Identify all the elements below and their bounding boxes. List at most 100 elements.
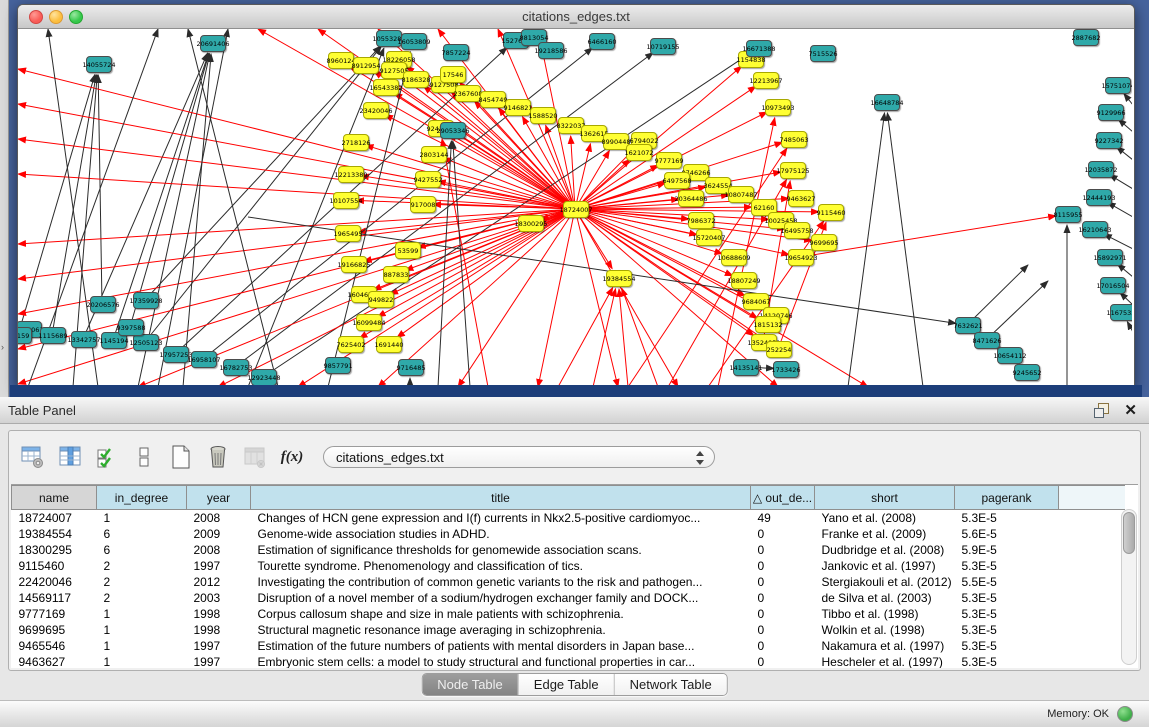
graph-node[interactable]: 8960124 bbox=[328, 52, 354, 69]
graph-node[interactable]: 1691440 bbox=[376, 336, 402, 353]
graph-node[interactable]: 6497568 bbox=[664, 172, 690, 189]
float-panel-icon[interactable] bbox=[1094, 403, 1109, 418]
table-row[interactable]: 969969511998Structural magnetic resonanc… bbox=[12, 622, 1125, 638]
graph-node[interactable]: 10807487 bbox=[728, 186, 754, 203]
graph-node[interactable]: 9716485 bbox=[398, 359, 424, 376]
graph-node[interactable]: 16648784 bbox=[874, 94, 900, 111]
graph-node[interactable]: 6466160 bbox=[589, 33, 615, 50]
table-cell[interactable]: 5.3E-5 bbox=[955, 638, 1059, 654]
graph-node[interactable]: 20206576 bbox=[90, 296, 116, 313]
graph-node[interactable]: 19654923 bbox=[788, 249, 814, 266]
graph-node[interactable]: 2718126 bbox=[343, 134, 369, 151]
graph-node[interactable]: 1815132 bbox=[755, 316, 781, 333]
graph-node[interactable]: 12444193 bbox=[1086, 189, 1112, 206]
graph-node[interactable]: 2803144 bbox=[421, 146, 447, 163]
table-row[interactable]: 946362711997Embryonic stem cells: a mode… bbox=[12, 654, 1125, 668]
graph-node[interactable]: 10107554 bbox=[333, 192, 359, 209]
table-cell[interactable]: 5.9E-5 bbox=[955, 542, 1059, 558]
graph-node[interactable]: 23420046 bbox=[363, 102, 389, 119]
table-cell[interactable]: 1997 bbox=[187, 638, 251, 654]
column-header-filler[interactable] bbox=[1059, 486, 1125, 510]
table-cell[interactable]: Dudbridge et al. (2008) bbox=[815, 542, 955, 558]
column-header-year[interactable]: year bbox=[187, 486, 251, 510]
graph-node[interactable]: 13342757 bbox=[71, 331, 97, 348]
table-row[interactable]: 911546021997Tourette syndrome. Phenomeno… bbox=[12, 558, 1125, 574]
graph-node[interactable]: 17359928 bbox=[133, 292, 159, 309]
table-cell[interactable]: Investigating the contribution of common… bbox=[251, 574, 751, 590]
table-cell[interactable]: 1 bbox=[97, 622, 187, 638]
table-cell[interactable]: 0 bbox=[751, 542, 815, 558]
table-cell[interactable]: 0 bbox=[751, 590, 815, 606]
graph-node[interactable]: 2367608 bbox=[455, 85, 481, 102]
graph-node[interactable]: 18807249 bbox=[731, 272, 757, 289]
graph-node[interactable]: 949822 bbox=[368, 291, 394, 308]
table-cell[interactable]: Yano et al. (2008) bbox=[815, 510, 955, 527]
table-row[interactable]: 946554611997Estimation of the future num… bbox=[12, 638, 1125, 654]
graph-node[interactable]: 39159 bbox=[18, 327, 32, 344]
graph-node[interactable]: 9146821 bbox=[505, 99, 531, 116]
graph-node[interactable]: 10688609 bbox=[721, 249, 747, 266]
table-row[interactable]: 1872400712008Changes of HCN gene express… bbox=[12, 510, 1125, 527]
graph-node[interactable]: 18724007 bbox=[563, 201, 589, 218]
table-cell[interactable]: 0 bbox=[751, 526, 815, 542]
graph-node[interactable]: 9699695 bbox=[811, 234, 837, 251]
graph-node[interactable]: 9115460 bbox=[818, 204, 844, 221]
table-cell[interactable]: 6 bbox=[97, 526, 187, 542]
table-cell[interactable]: 2008 bbox=[187, 510, 251, 527]
graph-node[interactable]: 29053346 bbox=[440, 122, 466, 139]
graph-node[interactable]: 14055724 bbox=[86, 56, 112, 73]
graph-node[interactable]: 16053809 bbox=[401, 33, 427, 50]
table-cell[interactable]: Franke et al. (2009) bbox=[815, 526, 955, 542]
column-header-title[interactable]: title bbox=[251, 486, 751, 510]
table-cell[interactable]: 1 bbox=[97, 606, 187, 622]
table-cell[interactable]: Genome-wide association studies in ADHD. bbox=[251, 526, 751, 542]
table-cell[interactable]: 5.6E-5 bbox=[955, 526, 1059, 542]
graph-node[interactable]: 7986372 bbox=[688, 212, 714, 229]
graph-node[interactable]: 7485063 bbox=[781, 131, 807, 148]
table-cell[interactable]: Wolkin et al. (1998) bbox=[815, 622, 955, 638]
table-cell[interactable]: Tibbo et al. (1998) bbox=[815, 606, 955, 622]
graph-node[interactable]: 17957253 bbox=[163, 346, 189, 363]
graph-node[interactable]: 1965495 bbox=[335, 225, 361, 242]
table-cell[interactable] bbox=[1059, 526, 1125, 542]
graph-node[interactable]: 12505123 bbox=[133, 334, 159, 351]
graph-node[interactable]: 10973493 bbox=[765, 99, 791, 116]
table-cell[interactable]: 9115460 bbox=[12, 558, 97, 574]
table-cell[interactable]: 5.3E-5 bbox=[955, 590, 1059, 606]
table-scrollbar[interactable] bbox=[1121, 509, 1137, 665]
tab-network-table[interactable]: Network Table bbox=[614, 674, 727, 695]
table-cell[interactable]: Stergiakouli et al. (2012) bbox=[815, 574, 955, 590]
table-cell[interactable] bbox=[1059, 542, 1125, 558]
table-cell[interactable]: Estimation of significance thresholds fo… bbox=[251, 542, 751, 558]
table-cell[interactable]: 1997 bbox=[187, 558, 251, 574]
table-cell[interactable]: 5.3E-5 bbox=[955, 654, 1059, 668]
table-cell[interactable] bbox=[1059, 606, 1125, 622]
graph-node[interactable]: 14135141 bbox=[733, 359, 759, 376]
graph-node[interactable]: 7515526 bbox=[810, 45, 836, 62]
table-cell[interactable] bbox=[1059, 590, 1125, 606]
table-cell[interactable]: 5.5E-5 bbox=[955, 574, 1059, 590]
graph-node[interactable]: 19384554 bbox=[606, 270, 632, 287]
table-cell[interactable]: 1997 bbox=[187, 654, 251, 668]
table-cell[interactable]: 2008 bbox=[187, 542, 251, 558]
table-cell[interactable]: 2 bbox=[97, 574, 187, 590]
table-cell[interactable]: Nakamura et al. (1997) bbox=[815, 638, 955, 654]
graph-node[interactable]: 53599 bbox=[395, 242, 421, 259]
scrollbar-thumb[interactable] bbox=[1123, 512, 1135, 554]
table-cell[interactable]: 0 bbox=[751, 654, 815, 668]
table-cell[interactable]: 14569117 bbox=[12, 590, 97, 606]
graph-node[interactable]: 11675334 bbox=[1110, 304, 1132, 321]
close-panel-icon[interactable]: ✕ bbox=[1124, 401, 1137, 419]
table-cell[interactable]: 0 bbox=[751, 574, 815, 590]
graph-node[interactable]: 16099484 bbox=[356, 314, 382, 331]
graph-node[interactable]: 19166825 bbox=[341, 256, 367, 273]
table-cell[interactable]: 6 bbox=[97, 542, 187, 558]
graph-node[interactable]: 252254 bbox=[766, 341, 792, 358]
table-row[interactable]: 1456911722003Disruption of a novel membe… bbox=[12, 590, 1125, 606]
table-cell[interactable]: 18724007 bbox=[12, 510, 97, 527]
graph-node[interactable]: 19218586 bbox=[538, 42, 564, 59]
graph-node[interactable]: 9427552 bbox=[415, 171, 441, 188]
graph-node[interactable]: 15751074 bbox=[1105, 77, 1131, 94]
table-cell[interactable]: 9465546 bbox=[12, 638, 97, 654]
graph-node[interactable]: 1588520 bbox=[530, 107, 556, 124]
